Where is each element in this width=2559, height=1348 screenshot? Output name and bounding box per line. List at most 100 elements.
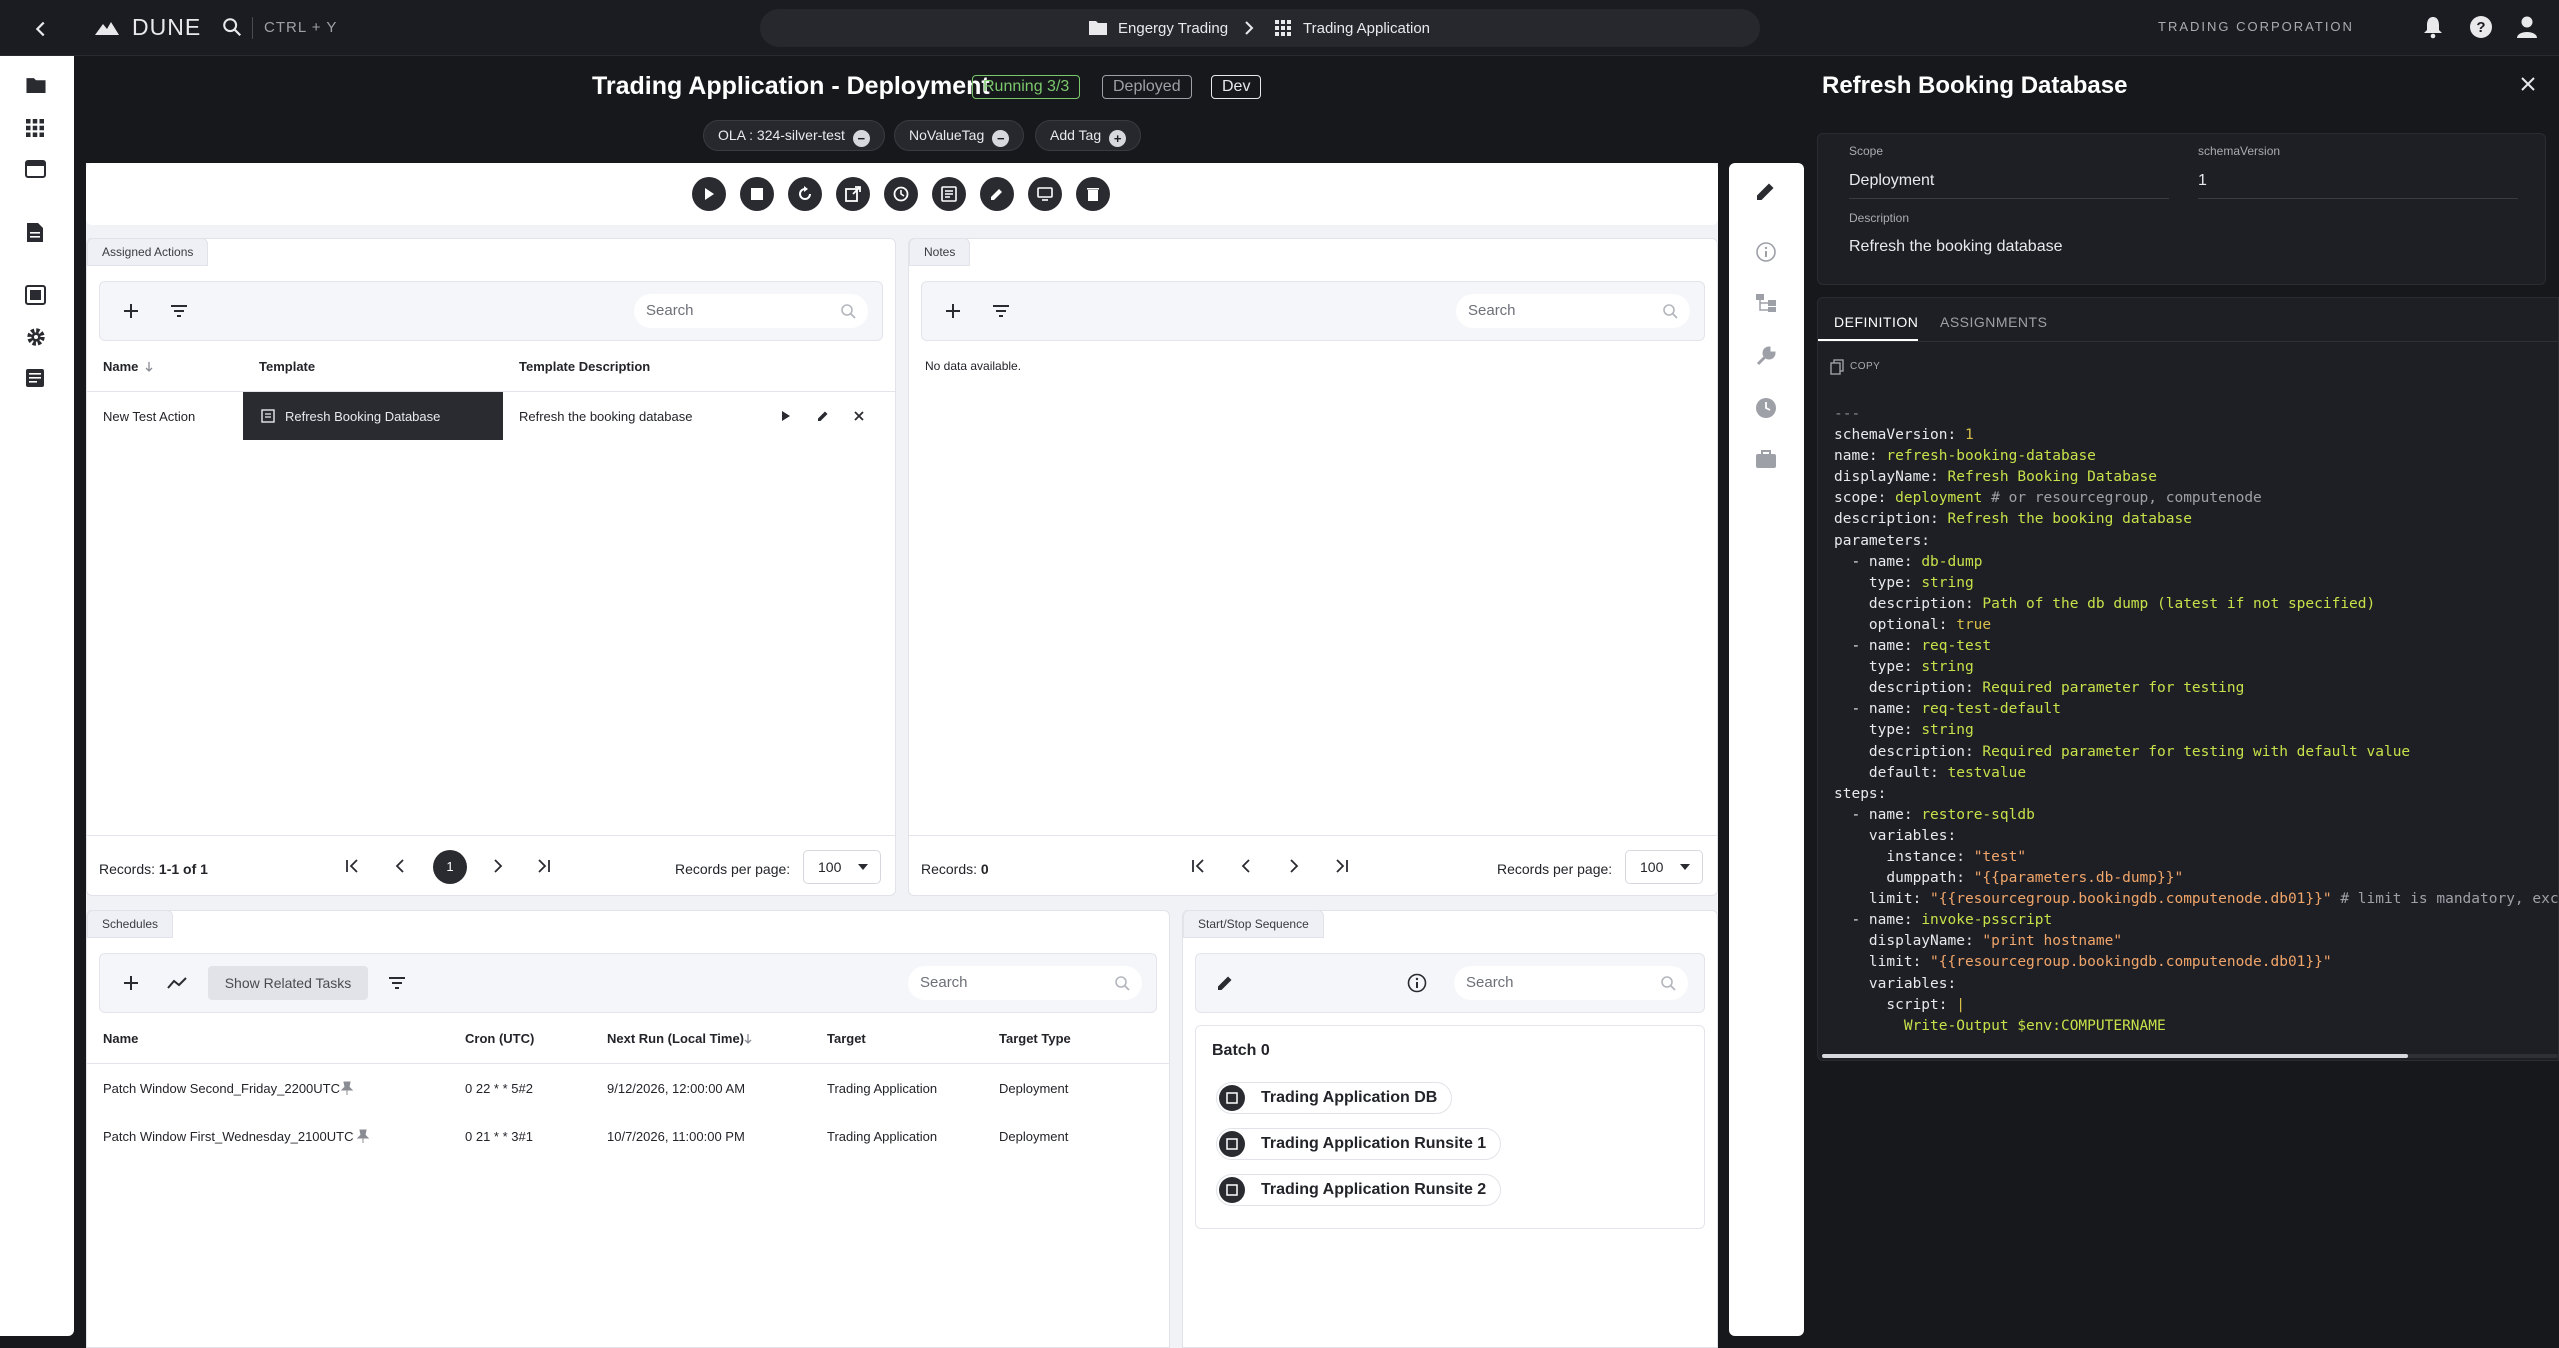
component-icon xyxy=(1219,1177,1245,1203)
column-header-next-run[interactable]: Next Run (Local Time) xyxy=(607,1031,744,1046)
delete-button[interactable] xyxy=(1076,177,1110,211)
search-input[interactable]: Search xyxy=(1454,966,1688,1000)
info-icon[interactable] xyxy=(1755,241,1777,263)
search-input[interactable]: Search xyxy=(634,294,868,328)
help-icon[interactable]: ? xyxy=(2469,15,2493,39)
add-icon[interactable] xyxy=(938,296,968,326)
definition-card: DEFINITION ASSIGNMENTS COPY --- schemaVe… xyxy=(1817,297,2559,1061)
monitor-button[interactable] xyxy=(1028,177,1062,211)
add-icon[interactable] xyxy=(116,968,146,998)
tag-label: Add Tag xyxy=(1050,127,1102,143)
prev-page-icon[interactable] xyxy=(393,859,407,873)
first-page-icon[interactable] xyxy=(345,859,359,873)
calculate-button[interactable] xyxy=(932,177,966,211)
sequence-item[interactable]: Trading Application DB xyxy=(1216,1082,1453,1114)
document-icon[interactable] xyxy=(26,222,44,243)
pin-icon[interactable] xyxy=(357,1129,369,1143)
wrench-icon[interactable] xyxy=(1755,345,1777,367)
list-document-icon[interactable] xyxy=(25,368,45,388)
column-header-name[interactable]: Name xyxy=(103,359,138,374)
column-header-target-type[interactable]: Target Type xyxy=(999,1031,1071,1046)
back-icon[interactable] xyxy=(30,18,52,40)
bell-icon[interactable] xyxy=(2422,15,2444,39)
records-per-page-select[interactable]: 100 xyxy=(1625,850,1703,884)
briefcase-icon[interactable] xyxy=(1755,449,1777,469)
sort-down-icon[interactable] xyxy=(144,361,154,373)
sequence-item[interactable]: Trading Application Runsite 1 xyxy=(1216,1128,1502,1160)
next-page-icon[interactable] xyxy=(491,859,505,873)
notes-tab[interactable]: Notes xyxy=(909,238,971,266)
show-related-tasks-button[interactable]: Show Related Tasks xyxy=(208,966,368,1000)
column-header-target[interactable]: Target xyxy=(827,1031,866,1046)
last-page-icon[interactable] xyxy=(537,859,551,873)
template-cell-selected[interactable]: Refresh Booking Database xyxy=(243,392,503,440)
search-input[interactable]: Search xyxy=(908,966,1142,1000)
remove-tag-icon[interactable]: − xyxy=(852,130,870,147)
add-tag-button[interactable]: Add Tag + xyxy=(1035,120,1142,151)
copy-icon[interactable] xyxy=(1830,359,1844,375)
page-number[interactable]: 1 xyxy=(433,850,467,884)
add-icon[interactable] xyxy=(116,296,146,326)
export-button[interactable] xyxy=(836,177,870,211)
sequence-item-label: Trading Application Runsite 1 xyxy=(1261,1135,1487,1152)
horizontal-scrollbar[interactable] xyxy=(1822,1054,2558,1058)
start-stop-sequence-tab[interactable]: Start/Stop Sequence xyxy=(1183,910,1324,938)
gear-icon[interactable] xyxy=(25,326,47,348)
stop-button[interactable] xyxy=(740,177,774,211)
column-header-name[interactable]: Name xyxy=(103,1031,138,1046)
search-input[interactable]: Search xyxy=(1456,294,1690,328)
column-header-template[interactable]: Template xyxy=(259,359,315,374)
tag-ola[interactable]: OLA : 324-silver-test − xyxy=(703,120,885,151)
prev-page-icon[interactable] xyxy=(1239,859,1253,873)
info-icon[interactable] xyxy=(1402,968,1432,998)
breadcrumb-item-energy-trading[interactable]: Engergy Trading xyxy=(1118,20,1228,37)
sequence-item-label: Trading Application Runsite 2 xyxy=(1261,1181,1487,1198)
clock-button[interactable] xyxy=(884,177,918,211)
close-icon[interactable] xyxy=(854,411,864,421)
filter-icon[interactable] xyxy=(986,296,1016,326)
play-icon[interactable] xyxy=(781,411,791,421)
restart-button[interactable] xyxy=(788,177,822,211)
sort-down-icon[interactable] xyxy=(743,1033,753,1045)
play-button[interactable] xyxy=(692,177,726,211)
tab-assignments[interactable]: ASSIGNMENTS xyxy=(1940,314,2047,330)
close-icon[interactable] xyxy=(2520,76,2536,92)
edit-button[interactable] xyxy=(980,177,1014,211)
edit-icon[interactable] xyxy=(817,410,829,422)
scrollbar-thumb[interactable] xyxy=(1822,1054,2408,1058)
folder-icon xyxy=(1088,19,1108,36)
breadcrumb-item-trading-application[interactable]: Trading Application xyxy=(1303,20,1430,37)
sequence-item[interactable]: Trading Application Runsite 2 xyxy=(1216,1174,1502,1206)
divider xyxy=(87,835,895,836)
window-icon[interactable] xyxy=(25,160,46,178)
first-page-icon[interactable] xyxy=(1191,859,1205,873)
copy-button[interactable]: COPY xyxy=(1850,361,1880,372)
tab-definition[interactable]: DEFINITION xyxy=(1834,314,1918,330)
filter-icon[interactable] xyxy=(164,296,194,326)
column-header-cron[interactable]: Cron (UTC) xyxy=(465,1031,534,1046)
template-icon xyxy=(261,409,275,423)
last-page-icon[interactable] xyxy=(1335,859,1349,873)
tag-novaluetag[interactable]: NoValueTag − xyxy=(894,120,1025,151)
edit-icon[interactable] xyxy=(1756,181,1776,201)
edit-icon[interactable] xyxy=(1210,968,1240,998)
search-icon[interactable] xyxy=(221,16,243,38)
schedules-tab[interactable]: Schedules xyxy=(87,910,174,938)
records-per-page-select[interactable]: 100 xyxy=(803,850,881,884)
pin-icon[interactable] xyxy=(341,1081,353,1095)
folder-icon[interactable] xyxy=(25,76,47,94)
filter-icon[interactable] xyxy=(382,968,412,998)
status-badge-running: Running 3/3 xyxy=(972,75,1081,99)
hierarchy-icon[interactable] xyxy=(1755,293,1777,313)
apps-grid-icon[interactable] xyxy=(26,119,44,137)
user-avatar-icon[interactable] xyxy=(2516,15,2538,39)
remove-tag-icon[interactable]: − xyxy=(992,130,1010,147)
trend-icon[interactable] xyxy=(162,968,192,998)
clock-icon[interactable] xyxy=(1755,397,1777,419)
gallery-icon[interactable] xyxy=(25,285,46,305)
column-header-template-description[interactable]: Template Description xyxy=(519,359,650,374)
next-page-icon[interactable] xyxy=(1287,859,1301,873)
assigned-actions-tab[interactable]: Assigned Actions xyxy=(87,238,209,266)
target-value: Trading Application xyxy=(827,1081,938,1096)
empty-state: No data available. xyxy=(925,359,1022,373)
